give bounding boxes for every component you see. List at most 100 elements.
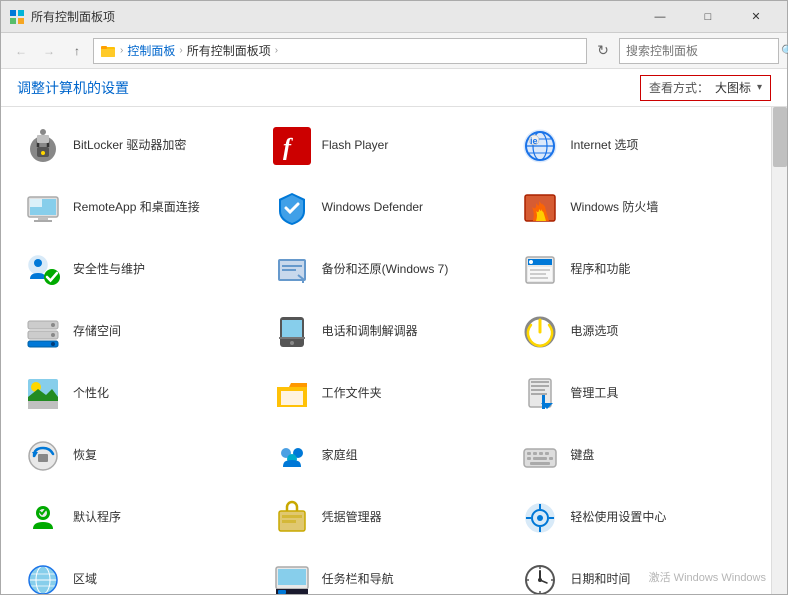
label-firewall: Windows 防火墙 xyxy=(570,200,658,216)
icon-admin xyxy=(520,374,560,414)
title-bar: 所有控制面板项 — □ ✕ xyxy=(1,1,787,33)
icon-firewall xyxy=(520,188,560,228)
scrollbar-thumb[interactable] xyxy=(773,107,787,167)
label-ease: 轻松使用设置中心 xyxy=(570,510,666,526)
icon-restore xyxy=(23,436,63,476)
view-value: 大图标 xyxy=(715,79,751,96)
label-credentials: 凭据管理器 xyxy=(322,510,382,526)
label-datetime: 日期和时间 xyxy=(570,572,630,588)
item-restore[interactable]: 恢复 xyxy=(13,425,262,487)
icon-programs xyxy=(520,250,560,290)
content-area: BitLocker 驱动器加密 f Flash Player ie Intern… xyxy=(1,107,787,594)
label-keyboard: 键盘 xyxy=(570,448,594,464)
maximize-button[interactable]: □ xyxy=(685,2,731,32)
icon-credentials xyxy=(272,498,312,538)
item-region[interactable]: 区域 xyxy=(13,549,262,594)
page-title: 调整计算机的设置 xyxy=(17,78,129,98)
refresh-button[interactable]: ↻ xyxy=(591,39,615,63)
item-credentials[interactable]: 凭据管理器 xyxy=(262,487,511,549)
label-taskbar: 任务栏和导航 xyxy=(322,572,394,588)
icon-datetime xyxy=(520,560,560,594)
item-flash[interactable]: f Flash Player xyxy=(262,115,511,177)
search-box[interactable]: 🔍 xyxy=(619,38,779,64)
window-icon xyxy=(9,9,25,25)
item-storage[interactable]: 存储空间 xyxy=(13,301,262,363)
item-programs[interactable]: 程序和功能 xyxy=(510,239,759,301)
view-bar: 调整计算机的设置 查看方式： 大图标 ▾ xyxy=(1,69,787,107)
window-title: 所有控制面板项 xyxy=(31,8,637,25)
label-defender: Windows Defender xyxy=(322,200,423,216)
label-phone: 电话和调制解调器 xyxy=(322,324,418,340)
icon-flash: f xyxy=(272,126,312,166)
folder-icon xyxy=(100,43,116,59)
item-security[interactable]: 安全性与维护 xyxy=(13,239,262,301)
icon-storage xyxy=(23,312,63,352)
item-admin[interactable]: 管理工具 xyxy=(510,363,759,425)
icon-taskbar xyxy=(272,560,312,594)
breadcrumb-controlpanel[interactable]: 控制面板 xyxy=(127,42,175,59)
icon-security xyxy=(23,250,63,290)
item-homegroup[interactable]: 家庭组 xyxy=(262,425,511,487)
item-ease[interactable]: 轻松使用设置中心 xyxy=(510,487,759,549)
label-restore: 恢复 xyxy=(73,448,97,464)
back-button[interactable]: ← xyxy=(9,39,33,63)
label-default: 默认程序 xyxy=(73,510,121,526)
view-mode-button[interactable]: 查看方式： 大图标 ▾ xyxy=(640,75,771,101)
label-homegroup: 家庭组 xyxy=(322,448,358,464)
label-personalize: 个性化 xyxy=(73,386,109,402)
icon-ease xyxy=(520,498,560,538)
icon-region xyxy=(23,560,63,594)
label-power: 电源选项 xyxy=(570,324,618,340)
label-remoteapp: RemoteApp 和桌面连接 xyxy=(73,200,200,216)
window-controls: — □ ✕ xyxy=(637,2,779,32)
address-bar: ← → ↑ › 控制面板 › 所有控制面板项 › ↻ 🔍 xyxy=(1,33,787,69)
item-workfolder[interactable]: 工作文件夹 xyxy=(262,363,511,425)
icon-workfolder xyxy=(272,374,312,414)
label-bitlocker: BitLocker 驱动器加密 xyxy=(73,138,186,154)
icon-homegroup xyxy=(272,436,312,476)
window: 所有控制面板项 — □ ✕ ← → ↑ › 控制面板 › 所有控制面板项 › ↻… xyxy=(0,0,788,595)
item-default[interactable]: 默认程序 xyxy=(13,487,262,549)
item-firewall[interactable]: Windows 防火墙 xyxy=(510,177,759,239)
label-workfolder: 工作文件夹 xyxy=(322,386,382,402)
icon-backup xyxy=(272,250,312,290)
search-input[interactable] xyxy=(626,44,781,58)
item-personalize[interactable]: 个性化 xyxy=(13,363,262,425)
view-label: 查看方式： xyxy=(649,79,709,96)
icon-power xyxy=(520,312,560,352)
up-button[interactable]: ↑ xyxy=(65,39,89,63)
label-admin: 管理工具 xyxy=(570,386,618,402)
breadcrumb: › 控制面板 › 所有控制面板项 › xyxy=(93,38,587,64)
item-datetime[interactable]: 日期和时间 xyxy=(510,549,759,594)
item-backup[interactable]: 备份和还原(Windows 7) xyxy=(262,239,511,301)
icon-internet: ie xyxy=(520,126,560,166)
forward-button[interactable]: → xyxy=(37,39,61,63)
icon-remoteapp xyxy=(23,188,63,228)
label-region: 区域 xyxy=(73,572,97,588)
scrollbar-track[interactable] xyxy=(771,107,787,594)
search-icon: 🔍 xyxy=(781,44,788,58)
icon-keyboard xyxy=(520,436,560,476)
icon-defender xyxy=(272,188,312,228)
icon-bitlocker xyxy=(23,126,63,166)
item-phone[interactable]: 电话和调制解调器 xyxy=(262,301,511,363)
item-keyboard[interactable]: 键盘 xyxy=(510,425,759,487)
close-button[interactable]: ✕ xyxy=(733,2,779,32)
minimize-button[interactable]: — xyxy=(637,2,683,32)
item-bitlocker[interactable]: BitLocker 驱动器加密 xyxy=(13,115,262,177)
item-defender[interactable]: Windows Defender xyxy=(262,177,511,239)
main-content: BitLocker 驱动器加密 f Flash Player ie Intern… xyxy=(1,107,771,594)
icon-personalize xyxy=(23,374,63,414)
label-flash: Flash Player xyxy=(322,138,389,154)
breadcrumb-current: 所有控制面板项 xyxy=(187,42,271,59)
label-programs: 程序和功能 xyxy=(570,262,630,278)
item-power[interactable]: 电源选项 xyxy=(510,301,759,363)
label-internet: Internet 选项 xyxy=(570,138,638,154)
dropdown-arrow: ▾ xyxy=(757,82,762,93)
items-grid: BitLocker 驱动器加密 f Flash Player ie Intern… xyxy=(13,115,759,594)
item-taskbar[interactable]: 任务栏和导航 xyxy=(262,549,511,594)
item-internet[interactable]: ie Internet 选项 xyxy=(510,115,759,177)
label-backup: 备份和还原(Windows 7) xyxy=(322,262,449,278)
label-storage: 存储空间 xyxy=(73,324,121,340)
item-remoteapp[interactable]: RemoteApp 和桌面连接 xyxy=(13,177,262,239)
